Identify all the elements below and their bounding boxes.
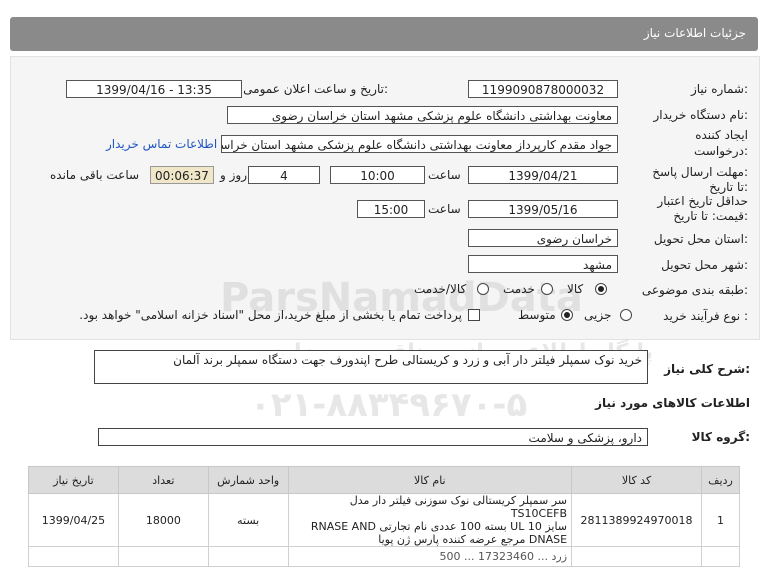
reply-days-label: روز و — [220, 168, 247, 182]
buyer-contact-link[interactable]: اطلاعات تماس خریدار — [106, 137, 217, 151]
reply-deadline-time: 10:00 — [330, 166, 425, 184]
page-title: جزئیات اطلاعات نیاز — [643, 26, 746, 40]
cell-date: 1399/04/25 — [28, 493, 119, 547]
category-radio-service[interactable] — [541, 283, 553, 295]
table-row: 1399/04/25 18000 بسته سر سمپلر کریستالی … — [28, 493, 741, 547]
purchase-type-label: نوع فرآیند خرید : — [663, 309, 748, 323]
reply-deadline-time-label: ساعت — [428, 168, 461, 182]
category-radio-goods[interactable] — [595, 283, 607, 295]
delivery-province-field: خراسان رضوی — [468, 229, 618, 247]
delivery-city-label: شهر محل تحویل: — [661, 258, 748, 272]
need-number-label: شماره نیاز: — [690, 82, 748, 96]
delivery-province-label: استان محل تحویل: — [653, 232, 748, 246]
remaining-timer: 00:06:37 — [150, 166, 214, 184]
goods-table: تاریخ نیاز تعداد واحد شمارش نام کالا کد … — [28, 466, 741, 567]
treasury-checkbox[interactable] — [468, 309, 480, 321]
price-validity-date: 1399/05/16 — [468, 200, 618, 218]
price-validity-label-2: قیمت: تا تاریخ: — [673, 209, 748, 223]
reply-deadline-label-1: مهلت ارسال پاسخ: — [652, 165, 748, 179]
description-label: شرح کلی نیاز: — [664, 362, 750, 376]
col-code-header: کد کالا — [571, 466, 702, 494]
announce-label: تاریخ و ساعت اعلان عمومی: — [243, 82, 388, 96]
category-option-service: خدمت — [503, 282, 535, 296]
description-field: خرید نوک سمپلر فیلتر دار آبی و زرد و کری… — [94, 350, 648, 384]
goods-group-label: گروه کالا: — [691, 430, 750, 444]
goods-group-field: دارو، پزشکی و سلامت — [98, 428, 648, 446]
col-qty-header: تعداد — [117, 466, 209, 494]
price-validity-time-label: ساعت — [428, 202, 461, 216]
price-validity-time: 15:00 — [357, 200, 425, 218]
reply-deadline-date: 1399/04/21 — [468, 166, 618, 184]
announce-field: 1399/04/16 - 13:35 — [66, 80, 242, 98]
cell-code: 2811389924970018 — [571, 493, 702, 547]
purchase-option-medium: متوسط — [518, 308, 556, 322]
delivery-city-field: مشهد — [468, 255, 618, 273]
buyer-org-field: معاونت بهداشتی دانشگاه علوم پزشکی مشهد ا… — [227, 106, 618, 124]
cell-name-line: DNASE مرجع عرضه کننده پارس ژن پویا — [378, 533, 568, 546]
reply-days-field: 4 — [248, 166, 320, 184]
page-header: جزئیات اطلاعات نیاز — [10, 17, 758, 51]
treasury-checkbox-label: پرداخت تمام یا بخشی از مبلغ خرید،از محل … — [79, 308, 462, 322]
watermark-phone: ۰۲۱-۸۸۳۴۹۶۷۰-۵ — [250, 385, 528, 425]
need-details-panel — [10, 56, 760, 340]
cell-name-line: سایز UL 10 بسته 100 عددی نام تجارتی RNAS… — [310, 520, 568, 533]
price-validity-label-1: حداقل تاریخ اعتبار — [657, 194, 748, 208]
remaining-label: ساعت باقی مانده — [50, 168, 140, 182]
col-name-header: نام کالا — [287, 466, 573, 494]
cell-name: زرد ... 17323460 ... 500 — [287, 546, 573, 567]
category-option-goods-service: کالا/خدمت — [414, 282, 467, 296]
buyer-org-label: نام دستگاه خریدار: — [653, 108, 749, 122]
table-header-row: تاریخ نیاز تعداد واحد شمارش نام کالا کد … — [28, 466, 741, 494]
col-date-header: تاریخ نیاز — [28, 466, 119, 494]
col-row-header: ردیف — [700, 466, 741, 494]
purchase-option-minor: جزیی — [584, 308, 612, 322]
purchase-radio-minor[interactable] — [620, 309, 632, 321]
col-unit-header: واحد شمارش — [207, 466, 289, 494]
cell-qty: 18000 — [117, 493, 209, 547]
requester-label-1: ایجاد کننده — [695, 128, 748, 142]
requester-label-2: درخواست: — [694, 144, 748, 158]
category-option-goods: کالا — [567, 282, 584, 296]
table-row: زرد ... 17323460 ... 500 — [28, 546, 741, 567]
category-radio-goods-service[interactable] — [477, 283, 489, 295]
purchase-radio-medium[interactable] — [561, 309, 573, 321]
need-number-field: 1199090878000032 — [468, 80, 618, 98]
cell-unit: بسته — [207, 493, 289, 547]
cell-name: سر سمپلر کریستالی نوک سوزنی فیلتر دار مد… — [287, 493, 573, 547]
reply-deadline-label-2: تا تاریخ: — [709, 180, 748, 194]
category-label: طبقه بندی موضوعی: — [641, 283, 748, 297]
cell-row: 1 — [700, 493, 741, 547]
requester-field: جواد مقدم کارپرداز معاونت بهداشتی دانشگا… — [221, 135, 618, 153]
goods-info-title: اطلاعات کالاهای مورد نیاز — [595, 396, 750, 410]
cell-name-line: سر سمپلر کریستالی نوک سوزنی فیلتر دار مد… — [349, 494, 568, 520]
